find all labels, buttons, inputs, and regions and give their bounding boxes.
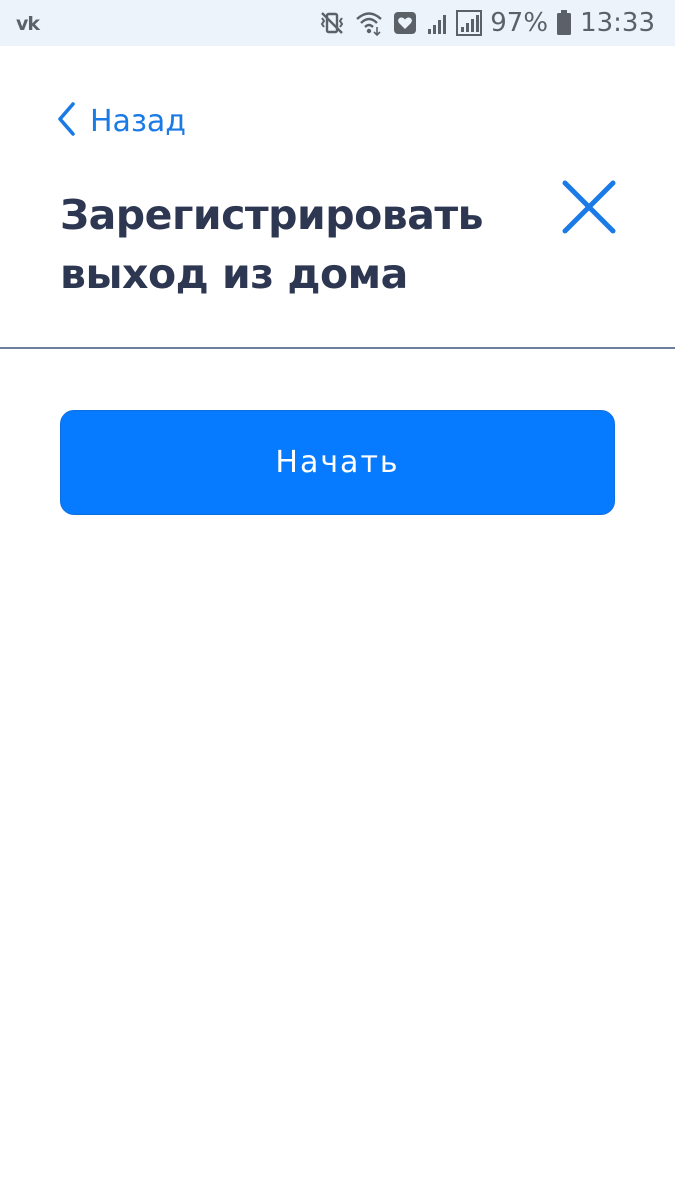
battery-icon bbox=[556, 9, 572, 37]
back-label: Назад bbox=[90, 103, 187, 139]
start-button[interactable]: Начать bbox=[60, 410, 615, 515]
vibrate-mute-icon bbox=[318, 9, 346, 37]
chevron-left-icon bbox=[56, 101, 78, 141]
signal-icon bbox=[456, 9, 483, 37]
close-icon bbox=[562, 180, 616, 234]
header-divider bbox=[0, 347, 675, 349]
status-bar: vk 97% 13:33 bbox=[0, 0, 675, 46]
heart-notification-icon bbox=[392, 10, 418, 36]
close-button[interactable] bbox=[558, 176, 620, 238]
page-title: Зарегистрировать выход из дома bbox=[60, 191, 484, 298]
battery-percent: 97% bbox=[490, 8, 549, 38]
vk-icon: vk bbox=[16, 13, 40, 35]
clock: 13:33 bbox=[580, 8, 655, 38]
signal-weak-icon bbox=[426, 9, 448, 37]
status-icons: 97% 13:33 bbox=[318, 0, 655, 46]
wifi-icon bbox=[354, 9, 384, 37]
back-button[interactable]: Назад bbox=[56, 98, 186, 144]
